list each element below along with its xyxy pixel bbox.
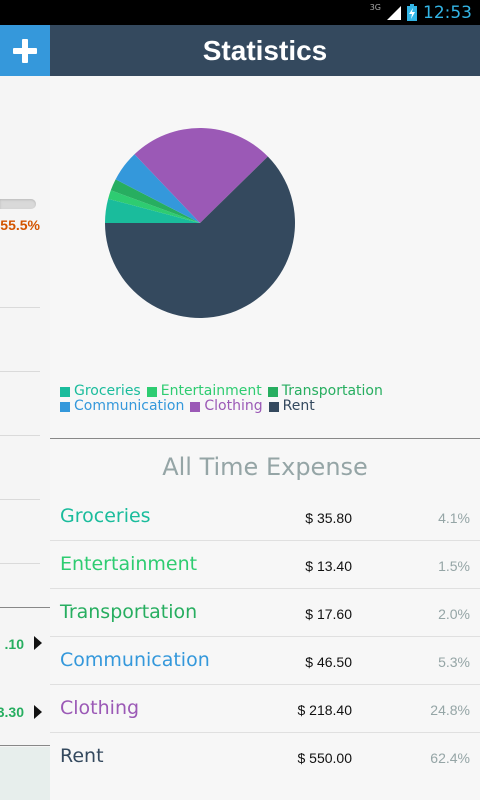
category-percent: 1.5% xyxy=(438,558,470,574)
legend-swatch xyxy=(60,401,70,412)
legend-item-communication: Communication xyxy=(60,399,184,414)
expense-row-entertainment[interactable]: Entertainment $ 13.40 1.5% xyxy=(50,541,480,589)
category-amount: $ 46.50 xyxy=(305,654,352,670)
category-name: Groceries xyxy=(60,505,151,527)
expense-list: Groceries $ 35.80 4.1% Entertainment $ 1… xyxy=(50,493,480,781)
legend-item-rent: Rent xyxy=(268,398,315,414)
section-divider xyxy=(0,745,50,746)
expense-row-clothing[interactable]: Clothing $ 218.40 24.8% xyxy=(50,685,480,733)
category-percent: 2.0% xyxy=(438,606,470,622)
category-name: Rent xyxy=(60,745,104,767)
expense-row-transportation[interactable]: Transportation $ 17.60 2.0% xyxy=(50,589,480,637)
legend-row: Groceries Entertainment Transportation xyxy=(60,384,460,399)
legend-item-clothing: Clothing xyxy=(190,398,263,414)
legend-swatch xyxy=(60,386,70,397)
expense-row-communication[interactable]: Communication $ 46.50 5.3% xyxy=(50,637,480,685)
account-amount: 3.30 xyxy=(0,704,24,720)
legend-item-groceries: Groceries xyxy=(60,384,141,399)
statistics-panel: Statistics Groceries Entertainment Trans… xyxy=(50,25,480,800)
row-divider xyxy=(0,435,40,436)
category-name: Transportation xyxy=(60,601,198,623)
clock: 12:53 xyxy=(423,2,472,23)
category-percent: 5.3% xyxy=(438,654,470,670)
page-title: Statistics xyxy=(202,34,328,66)
row-divider xyxy=(0,371,40,372)
account-amount: .10 xyxy=(4,636,24,652)
left-panel: 55.5% .10 3.30 xyxy=(0,25,50,800)
legend-item-entertainment: Entertainment xyxy=(146,383,262,399)
legend-label: Entertainment xyxy=(160,383,262,399)
category-percent: 4.1% xyxy=(438,510,470,526)
category-amount: $ 218.40 xyxy=(297,702,353,718)
signal-icon xyxy=(387,5,401,20)
legend-label: Communication xyxy=(74,398,185,414)
legend-label: Clothing xyxy=(204,398,263,414)
plus-icon xyxy=(13,38,37,63)
header-bar: Statistics xyxy=(50,25,480,76)
category-percent: 62.4% xyxy=(430,750,470,766)
legend-swatch xyxy=(146,386,157,397)
category-amount: $ 13.40 xyxy=(305,558,352,574)
expense-row-groceries[interactable]: Groceries $ 35.80 4.1% xyxy=(50,493,480,541)
expense-pie-chart xyxy=(105,127,295,318)
status-bar: 3G 12:53 xyxy=(0,0,480,25)
expense-row-rent[interactable]: Rent $ 550.00 62.4% xyxy=(50,733,480,781)
legend-label: Transportation xyxy=(281,383,383,399)
budget-percent: 55.5% xyxy=(0,217,40,233)
left-footer xyxy=(0,747,50,800)
category-amount: $ 35.80 xyxy=(305,510,352,526)
legend-label: Groceries xyxy=(74,383,141,399)
legend-row: Communication Clothing Rent xyxy=(60,399,460,414)
section-divider xyxy=(50,438,480,439)
chart-legend: Groceries Entertainment Transportation C… xyxy=(60,384,460,414)
section-title: All Time Expense xyxy=(162,453,368,481)
category-amount: $ 550.00 xyxy=(297,750,353,766)
row-divider xyxy=(0,307,40,308)
legend-item-transportation: Transportation xyxy=(267,383,383,399)
category-name: Clothing xyxy=(60,697,140,719)
category-name: Entertainment xyxy=(60,553,198,575)
play-arrow-icon[interactable] xyxy=(34,636,42,650)
category-name: Communication xyxy=(60,649,210,671)
add-button[interactable] xyxy=(0,25,50,76)
battery-charging-icon xyxy=(407,4,417,21)
budget-progress-bar xyxy=(0,199,36,209)
play-arrow-icon[interactable] xyxy=(34,705,42,719)
category-amount: $ 17.60 xyxy=(305,606,352,622)
row-divider xyxy=(0,499,40,500)
legend-label: Rent xyxy=(282,398,315,414)
status-icons: 3G 12:53 xyxy=(370,0,472,25)
legend-swatch xyxy=(268,401,279,412)
section-divider xyxy=(0,607,50,608)
category-percent: 24.8% xyxy=(430,702,470,718)
legend-swatch xyxy=(267,386,278,397)
network-type-label: 3G xyxy=(369,3,381,12)
legend-swatch xyxy=(190,401,201,412)
row-divider xyxy=(0,563,40,564)
